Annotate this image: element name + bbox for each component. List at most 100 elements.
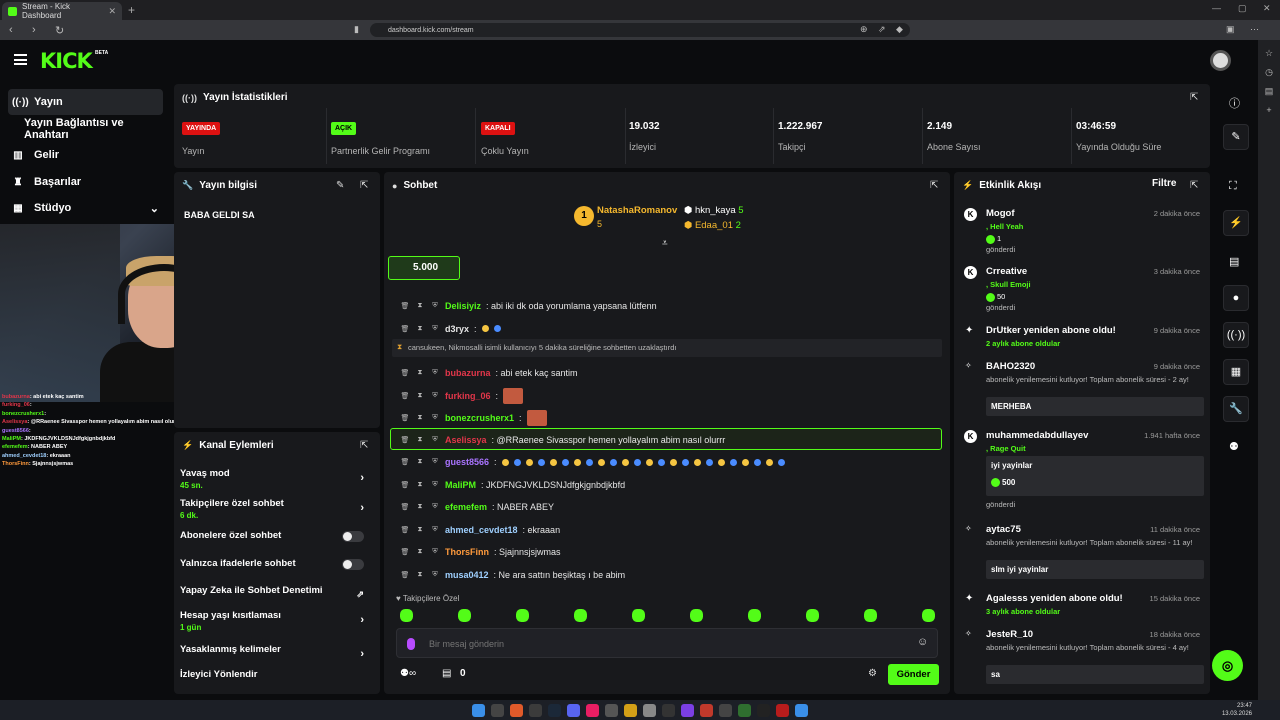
chat-message[interactable]: 🗑 ⧗ ⛨ ahmed_cevdet18: ekraaan: [400, 523, 561, 537]
chat-username[interactable]: bonezcrusherx1: [445, 413, 514, 423]
app-icon[interactable]: [624, 703, 637, 717]
ban-icon[interactable]: ⛨: [430, 436, 440, 444]
gear-icon[interactable]: ⚙: [868, 668, 877, 679]
emoji-icon[interactable]: ☺: [917, 636, 928, 648]
share-icon[interactable]: ⇗: [878, 24, 886, 35]
channel-action-row[interactable]: Yalnızca ifadelerle sohbet: [180, 558, 370, 570]
kick-emote[interactable]: [690, 609, 703, 622]
chat-message[interactable]: 🗑 ⧗ ⛨ bubazurna: abi etek kaç santim: [400, 366, 578, 380]
app-icon[interactable]: [776, 703, 789, 717]
nav-item-yayin[interactable]: ((·)) Yayın: [8, 89, 163, 115]
chat-username[interactable]: guest8566: [445, 457, 489, 467]
chat-message[interactable]: 🗑 ⧗ ⛨ bonezcrusherx1:: [400, 409, 547, 426]
event-name[interactable]: BAHO2320: [986, 361, 1035, 372]
ban-icon[interactable]: ⛨: [430, 392, 440, 400]
layout-tool-button[interactable]: ▦: [1223, 359, 1249, 385]
chat-message[interactable]: 🗑 ⧗ ⛨ furking_06:: [400, 387, 524, 404]
menu-icon[interactable]: [14, 54, 27, 65]
collapse-icon[interactable]: ⩡: [662, 238, 668, 249]
ban-icon[interactable]: ⛨: [430, 571, 440, 579]
ban-icon[interactable]: ⛨: [430, 548, 440, 556]
ban-icon[interactable]: ⛨: [430, 526, 440, 534]
forward-icon[interactable]: ›: [32, 24, 46, 36]
back-icon[interactable]: ‹: [9, 24, 23, 36]
toggle-switch[interactable]: [342, 531, 364, 542]
chat-username[interactable]: MaliPM: [445, 480, 476, 490]
fullscreen-icon[interactable]: ⛶: [1229, 180, 1237, 193]
timeout-icon[interactable]: ⧗: [415, 481, 425, 489]
info-icon[interactable]: ⓘ: [1229, 95, 1240, 111]
ban-icon[interactable]: ⛨: [430, 458, 440, 466]
event-name[interactable]: aytac75: [986, 524, 1021, 535]
kick-emote[interactable]: [458, 609, 471, 622]
app-icon[interactable]: [529, 703, 542, 717]
expand-icon[interactable]: ⇱: [360, 440, 368, 451]
timeout-icon[interactable]: ⧗: [415, 392, 425, 400]
app-icon[interactable]: [643, 703, 656, 717]
expand-icon[interactable]: ⇱: [360, 180, 368, 191]
timeout-icon[interactable]: ⧗: [415, 571, 425, 579]
expand-icon[interactable]: ⇱: [1190, 180, 1198, 191]
timeout-icon[interactable]: ⧗: [415, 302, 425, 310]
sidebar-add-icon[interactable]: +: [1258, 105, 1280, 115]
discord-icon[interactable]: [567, 703, 580, 717]
kick-emote[interactable]: [922, 609, 935, 622]
chat-message[interactable]: 🗑 ⧗ ⛨ Delisiyiz: abi iki dk oda yorumlama y…: [400, 299, 657, 313]
timeout-icon[interactable]: ⧗: [415, 414, 425, 422]
infinity-icon[interactable]: ⚉∞: [400, 668, 416, 679]
steam-icon[interactable]: [548, 703, 561, 717]
zoom-icon[interactable]: ⊕: [860, 24, 868, 35]
close-tab-icon[interactable]: ✕: [108, 6, 116, 17]
leader-name[interactable]: hkn_kaya: [695, 205, 736, 216]
delete-icon[interactable]: 🗑: [400, 325, 410, 333]
nav-item-stream-key[interactable]: Yayın Bağlantısı ve Anahtarı: [20, 116, 170, 142]
start-icon[interactable]: [472, 703, 485, 717]
chat-message[interactable]: 🗑 ⧗ ⛨ guest8566:: [400, 455, 785, 469]
chat-username[interactable]: Aselissya: [445, 435, 487, 445]
ban-icon[interactable]: ⛨: [430, 325, 440, 333]
chat-message[interactable]: 🗑 ⧗ ⛨ efemefem: NABER ABEY: [400, 500, 555, 514]
chat-username[interactable]: furking_06: [445, 391, 491, 401]
event-name[interactable]: Crreative: [986, 266, 1027, 277]
browser-tab[interactable]: Stream - Kick Dashboard ✕: [2, 2, 122, 20]
delete-icon[interactable]: 🗑: [400, 458, 410, 466]
mic-icon[interactable]: [407, 638, 415, 650]
delete-icon[interactable]: 🗑: [400, 369, 410, 377]
app-icon[interactable]: [605, 703, 618, 717]
chat-message[interactable]: 🗑 ⧗ ⛨ musa0412: Ne ara sattın beşiktaş ı be…: [400, 568, 626, 582]
edit-tool-button[interactable]: ✎: [1223, 124, 1249, 150]
ban-icon[interactable]: ⛨: [430, 481, 440, 489]
chat-username[interactable]: ahmed_cevdet18: [445, 525, 518, 535]
delete-icon[interactable]: 🗑: [400, 526, 410, 534]
sidebar-star-icon[interactable]: ☆: [1258, 48, 1280, 59]
close-window-icon[interactable]: ✕: [1263, 3, 1271, 14]
ban-icon[interactable]: ⛨: [430, 414, 440, 422]
channel-action-row[interactable]: Takipçilere özel sohbet 6 dk. ›: [180, 498, 370, 520]
reload-icon[interactable]: ↻: [55, 24, 69, 37]
event-name[interactable]: muhammedabdullayev: [986, 430, 1088, 441]
channel-action-row[interactable]: Yavaş mod 45 sn. ›: [180, 468, 370, 490]
ban-icon[interactable]: ⛨: [430, 369, 440, 377]
broadcast-tool-button[interactable]: ((·)): [1223, 322, 1249, 348]
document-icon[interactable]: ▤: [1229, 255, 1239, 268]
search-icon[interactable]: [491, 703, 504, 717]
shield-icon[interactable]: ◆: [896, 24, 903, 35]
nav-item-basarilar[interactable]: ♜ Başarılar: [8, 169, 82, 195]
bolt-tool-button[interactable]: ⚡: [1223, 210, 1249, 236]
kick-emote[interactable]: [516, 609, 529, 622]
app-icon[interactable]: [757, 703, 770, 717]
delete-icon[interactable]: 🗑: [400, 571, 410, 579]
delete-icon[interactable]: 🗑: [400, 481, 410, 489]
kick-emote[interactable]: [632, 609, 645, 622]
edit-icon[interactable]: ✎: [336, 180, 344, 191]
chat-username[interactable]: d3ryx: [445, 324, 469, 334]
delete-icon[interactable]: 🗑: [400, 503, 410, 511]
support-headset-button[interactable]: ◎: [1212, 650, 1243, 681]
kick-logo[interactable]: KICK: [40, 49, 93, 73]
screenshot-icon[interactable]: ▣: [1226, 24, 1235, 35]
chat-message[interactable]: 🗑 ⧗ ⛨ ThorsFinn: Sjajnnsjsjwmas: [400, 545, 561, 559]
event-name[interactable]: Mogof: [986, 208, 1015, 219]
expand-icon[interactable]: ⇱: [930, 180, 938, 191]
chat-input[interactable]: [429, 635, 889, 653]
timeout-icon[interactable]: ⧗: [415, 325, 425, 333]
